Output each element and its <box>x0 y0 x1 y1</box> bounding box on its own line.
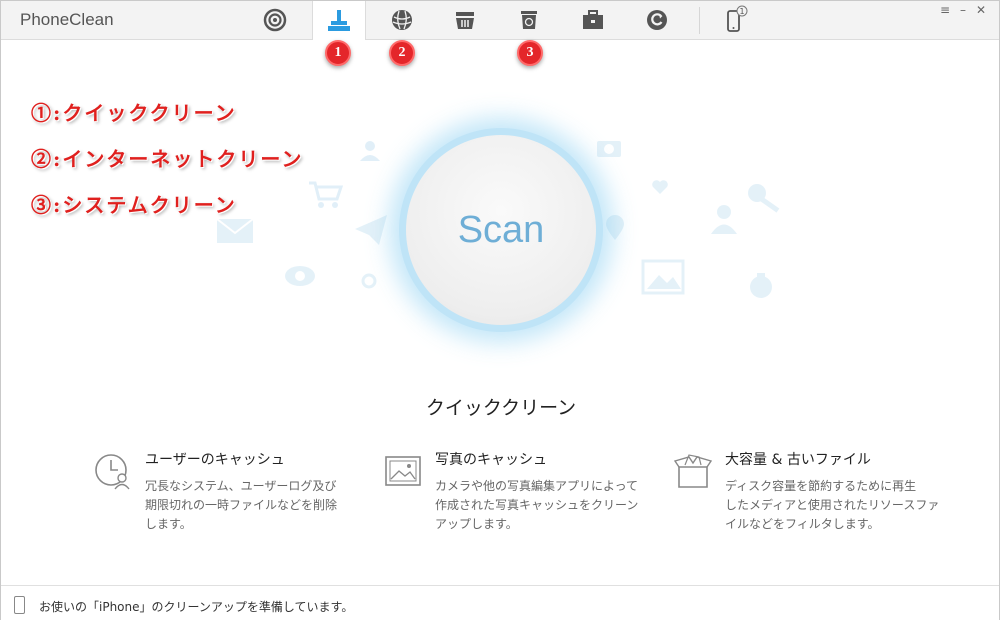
tab-device-info[interactable] <box>249 1 301 39</box>
broom-icon <box>328 9 350 31</box>
money-bag-icon <box>750 273 772 298</box>
location-icon <box>606 215 624 240</box>
tab-restore[interactable] <box>631 1 683 39</box>
tab-badge-2: 2 <box>389 40 415 66</box>
toolbox-icon <box>583 10 603 29</box>
basket-icon <box>456 12 474 29</box>
feature-title: ユーザーのキャッシュ <box>145 452 285 468</box>
feature-title: 写真のキャッシュ <box>435 452 547 468</box>
tab-toolbox[interactable] <box>567 1 619 39</box>
scan-button[interactable]: Scan <box>406 135 596 325</box>
menu-button[interactable]: ≡ <box>937 3 953 17</box>
minimize-button[interactable]: – <box>955 3 971 17</box>
tab-badge-1: 1 <box>325 40 351 66</box>
tab-device-list[interactable]: 1 <box>709 1 761 39</box>
feature-large-old-files: 大容量 & 古いファイル ディスク容量を節約するために再生 したメディアと使用さ… <box>673 449 945 534</box>
scan-ring: Scan <box>399 128 603 332</box>
status-bar: お使いの「iPhone」のクリーンアップを準備しています。 <box>1 585 999 620</box>
tab-quick-clean[interactable] <box>312 1 366 40</box>
key-icon <box>748 184 780 213</box>
heart-icon <box>652 180 668 194</box>
refresh-deco-icon <box>361 273 377 289</box>
annotation-system-clean: ③:システムクリーン <box>31 193 237 217</box>
send-icon <box>355 215 387 245</box>
picture-icon <box>641 259 685 295</box>
box-icon <box>673 454 713 488</box>
camera-icon <box>597 141 621 157</box>
feature-desc-line: イルなどをフィルタします。 <box>725 517 880 531</box>
tab-badge-3: 3 <box>517 40 543 66</box>
title-bar: PhoneClean 1 ≡ – ✕ <box>1 1 999 40</box>
feature-desc-line: ディスク容量を節約するために再生 <box>725 479 917 493</box>
feature-description: カメラや他の写真編集アプリによって 作成された写真キャッシュをクリーン アップし… <box>435 477 655 534</box>
tab-divider <box>699 7 700 34</box>
feature-desc-line: 冗長なシステム、ユーザーログ及び <box>145 479 337 493</box>
app-window: PhoneClean 1 ≡ – ✕ 1 2 3 ①:クイッククリーン ②:イン… <box>0 0 1000 620</box>
mode-title: クイッククリーン <box>425 397 577 419</box>
feature-description: 冗長なシステム、ユーザーログ及び 期限切れの一時ファイルなどを削除 します。 <box>145 477 365 534</box>
clock-user-icon <box>95 454 130 490</box>
trash-icon <box>521 11 537 29</box>
feature-desc-line: 作成された写真キャッシュをクリーン <box>435 498 639 512</box>
feature-desc-line: カメラや他の写真編集アプリによって <box>435 479 639 493</box>
feature-desc-line: したメディアと使用されたリソースファ <box>725 498 940 512</box>
feature-desc-line: します。 <box>145 517 192 531</box>
app-title: PhoneClean <box>20 10 114 29</box>
restore-icon <box>647 10 667 30</box>
person-icon <box>711 205 737 234</box>
cart-icon <box>309 181 343 208</box>
phone-status-icon <box>14 596 25 614</box>
feature-photo-cache: 写真のキャッシュ カメラや他の写真編集アプリによって 作成された写真キャッシュを… <box>385 449 655 534</box>
status-text: お使いの「iPhone」のクリーンアップを準備しています。 <box>39 600 354 614</box>
annotation-quick-clean: ①:クイッククリーン <box>31 101 237 125</box>
photo-icon <box>385 456 421 486</box>
annotation-internet-clean: ②:インターネットクリーン <box>31 147 304 171</box>
feature-desc-line: 期限切れの一時ファイルなどを削除 <box>145 498 338 512</box>
feature-desc-line: アップします。 <box>435 517 518 531</box>
mail-icon <box>216 218 254 243</box>
feature-title: 大容量 & 古いファイル <box>725 452 871 468</box>
user-bubble-icon <box>360 141 380 161</box>
close-button[interactable]: ✕ <box>973 3 989 17</box>
feature-user-cache: ユーザーのキャッシュ 冗長なシステム、ユーザーログ及び 期限切れの一時ファイルな… <box>95 449 365 534</box>
eye-icon <box>285 266 315 286</box>
signal-icon <box>263 8 287 32</box>
tab-system-clean[interactable] <box>503 1 555 39</box>
feature-description: ディスク容量を節約するために再生 したメディアと使用されたリソースファ イルなど… <box>725 477 945 534</box>
globe-icon <box>392 10 412 30</box>
iphone-icon: 1 <box>727 5 748 32</box>
tab-internet-clean[interactable] <box>376 1 428 39</box>
device-count: 1 <box>739 7 744 16</box>
tab-app-clean[interactable] <box>439 1 491 39</box>
